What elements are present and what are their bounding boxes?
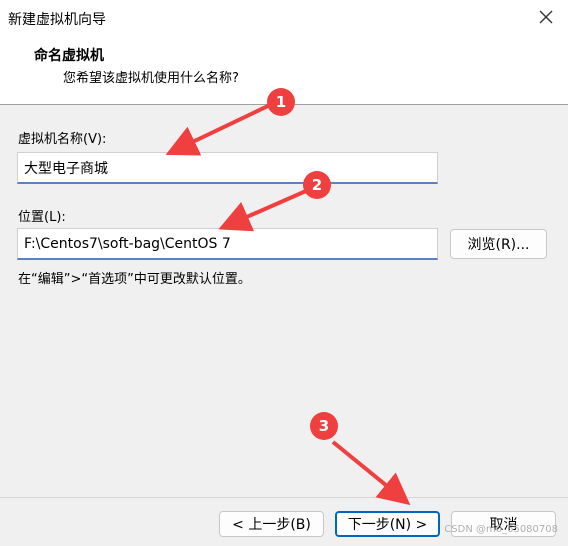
annotation-badge-3: 3: [310, 412, 338, 440]
arrow-2: [218, 189, 307, 232]
annotation-badge-1: 1: [267, 88, 295, 116]
arrow-3: [331, 440, 411, 506]
arrow-1: [165, 103, 271, 156]
annotation-badge-2: 2: [303, 171, 331, 199]
watermark: CSDN @m0_65080708: [444, 524, 558, 535]
annotation-arrows: [165, 103, 411, 506]
